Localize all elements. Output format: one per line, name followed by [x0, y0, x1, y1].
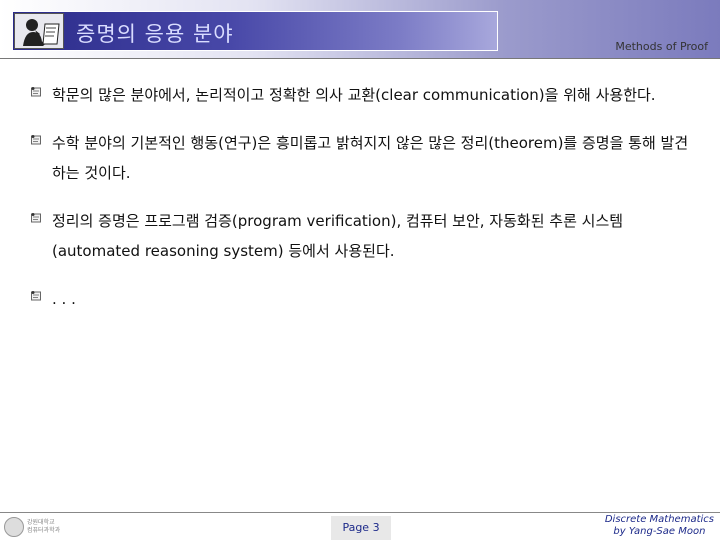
thinking-person-icon — [15, 14, 63, 48]
course-author: by Yang-Sae Moon — [613, 526, 706, 537]
header-logo — [14, 13, 64, 49]
bullet-item: 학문의 많은 분야에서, 논리적이고 정확한 의사 교환(clear commu… — [30, 80, 700, 110]
bullet-list: 학문의 많은 분야에서, 논리적이고 정확한 의사 교환(clear commu… — [30, 80, 700, 332]
university-seal-icon — [4, 517, 24, 537]
university-logo: 강원대학교 컴퓨터과학과 — [4, 516, 70, 538]
slide-title: 증명의 응용 분야 — [76, 22, 234, 46]
university-logo-text: 강원대학교 컴퓨터과학과 — [27, 519, 61, 534]
bullet-text: 학문의 많은 분야에서, 논리적이고 정확한 의사 교환(clear commu… — [52, 86, 656, 104]
header-section-label: Methods of Proof — [615, 40, 708, 53]
page-number: Page 3 — [331, 516, 391, 540]
bullet-text: . . . — [52, 290, 76, 308]
bullet-icon — [31, 135, 41, 145]
bullet-icon — [31, 213, 41, 223]
bullet-item: 수학 분야의 기본적인 행동(연구)은 흥미롭고 밝혀지지 않은 많은 정리(t… — [30, 128, 700, 188]
bullet-text: 정리의 증명은 프로그램 검증(program verification), 컴… — [52, 212, 624, 260]
bullet-icon — [31, 291, 41, 301]
footer-divider — [0, 512, 720, 513]
bullet-icon — [31, 87, 41, 97]
course-credit: Discrete Mathematics by Yang-Sae Moon — [605, 514, 714, 538]
header-divider — [0, 58, 720, 59]
bullet-item: 정리의 증명은 프로그램 검증(program verification), 컴… — [30, 206, 700, 266]
bullet-item: . . . — [30, 284, 700, 314]
bullet-text: 수학 분야의 기본적인 행동(연구)은 흥미롭고 밝혀지지 않은 많은 정리(t… — [52, 134, 689, 182]
course-title: Discrete Mathematics — [604, 514, 714, 525]
